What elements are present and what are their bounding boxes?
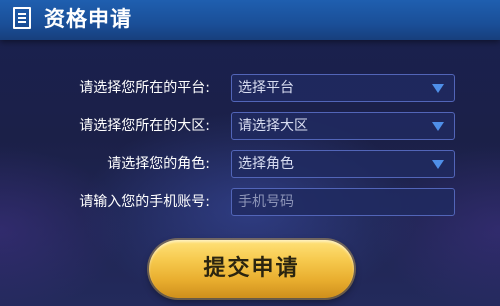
- qualification-dialog: 资格申请 请选择您所在的平台: 选择平台 请选择您所在的大区: 请选择大区 请选…: [0, 0, 500, 306]
- dialog-title: 资格申请: [44, 7, 132, 31]
- region-row: 请选择您所在的大区: 请选择大区: [0, 112, 500, 140]
- phone-row: 请输入您的手机账号: 手机号码: [0, 188, 500, 216]
- region-select-value: 请选择大区: [238, 118, 308, 134]
- phone-input[interactable]: 手机号码: [231, 188, 455, 216]
- role-row: 请选择您的角色: 选择角色: [0, 150, 500, 178]
- platform-select[interactable]: 选择平台: [231, 74, 455, 102]
- phone-label: 请输入您的手机账号:: [79, 194, 210, 210]
- role-select[interactable]: 选择角色: [231, 150, 455, 178]
- platform-select-value: 选择平台: [238, 80, 294, 96]
- dropdown-arrow-icon: [432, 122, 444, 131]
- role-select-value: 选择角色: [238, 156, 294, 172]
- region-select[interactable]: 请选择大区: [231, 112, 455, 140]
- dialog-header: 资格申请: [0, 0, 500, 40]
- role-label: 请选择您的角色:: [107, 156, 210, 172]
- platform-row: 请选择您所在的平台: 选择平台: [0, 74, 500, 102]
- region-label: 请选择您所在的大区:: [79, 118, 210, 134]
- phone-placeholder: 手机号码: [238, 194, 294, 210]
- dropdown-arrow-icon: [432, 84, 444, 93]
- submit-button[interactable]: 提交申请: [149, 240, 354, 298]
- dropdown-arrow-icon: [432, 160, 444, 169]
- document-icon: [13, 7, 31, 29]
- platform-label: 请选择您所在的平台:: [79, 80, 210, 96]
